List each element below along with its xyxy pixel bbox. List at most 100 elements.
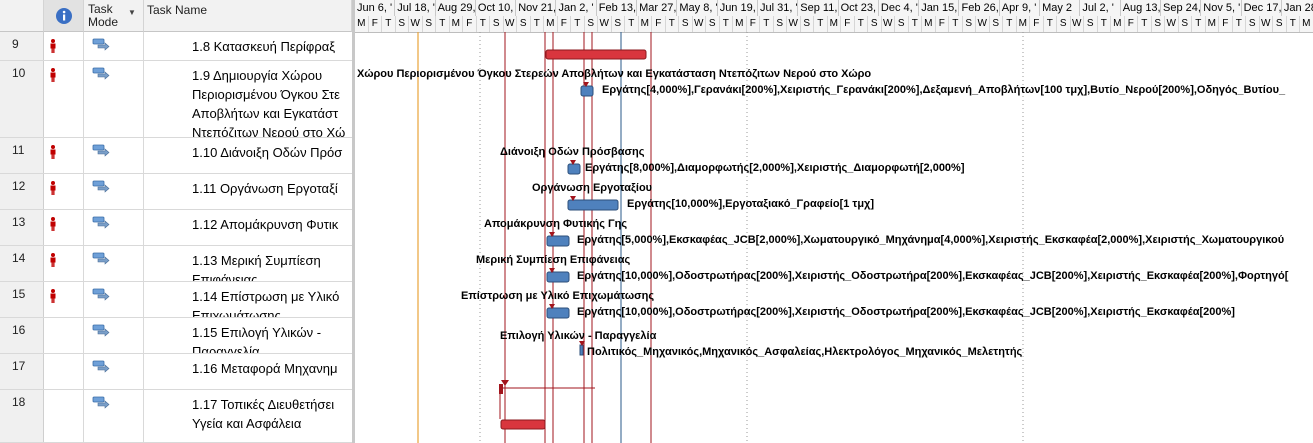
timescale-day: T [909, 16, 922, 32]
task-row[interactable]: 13 1.12 Απομάκρυνση Φυτικ [0, 210, 352, 246]
timescale-day: S [963, 16, 976, 32]
task-bar-critical[interactable] [545, 49, 647, 60]
task-row[interactable]: 9 1.8 Κατασκευή Περίφραξ [0, 32, 352, 61]
task-name-cell[interactable]: 1.10 Διάνοιξη Οδών Πρόσ [144, 138, 352, 173]
task-name-cell[interactable]: 1.17 Τοπικές Διευθετήσει Υγεία και Ασφάλ… [144, 390, 352, 442]
gantt-bar-task-label: Επιλογή Υλικών - Παραγγελία [500, 330, 657, 342]
gantt-bar-resource-label: Εργάτης[10,000%],Οδοστρωτήρας[200%],Χειρ… [577, 306, 1235, 318]
timescale-day: F [936, 16, 949, 32]
row-number[interactable]: 15 [0, 282, 44, 317]
timescale-day: M [733, 16, 747, 32]
task-name-cell[interactable]: 1.11 Οργάνωση Εργοταξί [144, 174, 352, 209]
timescale-period: Nov 5, ' [1203, 0, 1242, 16]
select-all-corner[interactable] [0, 0, 44, 32]
task-row[interactable]: 15 1.14 Επίστρωση με Υλικό Επιχωμάτωσης [0, 282, 352, 318]
task-mode-dropdown-icon[interactable]: ▼ [128, 8, 136, 17]
timescale-day: T [531, 16, 544, 32]
task-row[interactable]: 17 1.16 Μεταφορά Μηχανημ [0, 354, 352, 390]
resource-person-icon [50, 68, 56, 82]
task-bar[interactable] [567, 163, 581, 175]
row-number[interactable]: 9 [0, 32, 44, 60]
timescale-period: Nov 21, ' [518, 0, 557, 16]
timescale-period: May 8, ' [679, 0, 718, 16]
task-name-cell[interactable]: 1.16 Μεταφορά Μηχανημ [144, 354, 352, 389]
task-name-cell[interactable]: 1.12 Απομάκρυνση Φυτικ [144, 210, 352, 245]
task-name-cell[interactable]: 1.15 Επιλογή Υλικών - Παραγγελία [144, 318, 352, 353]
gantt-bar-task-label: Απομάκρυνση Φυτικής Γης [484, 218, 628, 230]
timescale-period: Jan 15, ' [921, 0, 960, 16]
row-number[interactable]: 10 [0, 61, 44, 137]
timescale-period: Dec 17, ' [1243, 0, 1282, 16]
indicator-cell [44, 354, 84, 389]
timescale-period: Feb 26, ' [961, 0, 1000, 16]
timescale-day: F [747, 16, 760, 32]
row-number[interactable]: 14 [0, 246, 44, 281]
auto-scheduled-mode-icon [92, 144, 110, 157]
task-bar[interactable] [546, 271, 570, 283]
timescale-day: F [1219, 16, 1233, 32]
task-bar-critical[interactable] [499, 384, 503, 394]
timescale-period: Sep 11, ' [800, 0, 839, 16]
task-name-cell[interactable]: 1.8 Κατασκευή Περίφραξ [144, 32, 352, 60]
timescale-day: T [1287, 16, 1300, 32]
task-row[interactable]: 12 1.11 Οργάνωση Εργοταξί [0, 174, 352, 210]
task-bar[interactable] [546, 307, 570, 319]
timescale-day: T [382, 16, 396, 32]
timescale-day: M [922, 16, 936, 32]
timescale-period: Jun 19, ' [719, 0, 758, 16]
timescale-day: S [868, 16, 882, 32]
task-bar[interactable] [567, 199, 619, 211]
task-bar-critical[interactable] [500, 419, 546, 430]
timescale-day: W [1071, 16, 1084, 32]
task-name-cell[interactable]: 1.9 Δημιουργία Χώρου Περιορισμένου Όγκου… [144, 61, 352, 137]
resource-person-icon [50, 217, 56, 231]
auto-scheduled-mode-icon [92, 324, 110, 337]
timescale-period: Aug 29, ' [437, 0, 476, 16]
timescale-day: S [1179, 16, 1192, 32]
auto-scheduled-mode-icon [92, 288, 110, 301]
timescale-day: S [679, 16, 693, 32]
gantt-bar-task-label: Διάνοιξη Οδών Πρόσβασης [500, 146, 645, 158]
timescale-day: W [976, 16, 990, 32]
timescale-day: F [463, 16, 477, 32]
task-row[interactable]: 14 1.13 Μερική Συμπίεση Επιφάνειας [0, 246, 352, 282]
timescale-day: S [396, 16, 409, 32]
timescale-day: S [1152, 16, 1165, 32]
task-row[interactable]: 10 1.9 Δημιουργία Χώρου Περιορισμένου Όγκ… [0, 61, 352, 138]
timescale-day: W [1165, 16, 1179, 32]
timescale-day: W [504, 16, 517, 32]
indicators-column-header[interactable] [44, 0, 84, 32]
row-number[interactable]: 18 [0, 390, 44, 442]
row-number[interactable]: 17 [0, 354, 44, 389]
timescale-day: T [1138, 16, 1152, 32]
timescale-day: S [490, 16, 504, 32]
task-mode-column-header[interactable]: Task Mode ▼ [84, 0, 144, 32]
row-number[interactable]: 16 [0, 318, 44, 353]
task-bar[interactable] [580, 85, 594, 97]
gantt-bar-task-label: Επίστρωση με Υλικό Επιχωμάτωσης [461, 290, 655, 302]
row-number[interactable]: 12 [0, 174, 44, 209]
auto-scheduled-mode-icon [92, 360, 110, 373]
row-number[interactable]: 11 [0, 138, 44, 173]
task-row[interactable]: 18 1.17 Τοπικές Διευθετήσει Υγεία και Ασφ… [0, 390, 352, 443]
task-name-cell[interactable]: 1.14 Επίστρωση με Υλικό Επιχωμάτωσης [144, 282, 352, 317]
timescale-day: M [450, 16, 463, 32]
gantt-chart[interactable]: Jun 6, 'Jul 18, 'Aug 29, 'Oct 10, 'Nov 2… [355, 0, 1313, 443]
timescale-day: F [1125, 16, 1138, 32]
task-name-cell[interactable]: 1.13 Μερική Συμπίεση Επιφάνειας [144, 246, 352, 281]
timescale-day: F [558, 16, 571, 32]
timescale-period: Mar 27, ' [639, 0, 678, 16]
resource-person-icon [50, 181, 56, 195]
task-bar[interactable] [546, 235, 570, 247]
timescale-period: Sep 24, ' [1163, 0, 1202, 16]
task-row[interactable]: 16 1.15 Επιλογή Υλικών - Παραγγελία [0, 318, 352, 354]
timescale-day: M [1300, 16, 1313, 32]
timescale-day: F [652, 16, 666, 32]
task-row[interactable]: 11 1.10 Διάνοιξη Οδών Πρόσ [0, 138, 352, 174]
task-name-column-header[interactable]: Task Name [144, 0, 352, 32]
timescale-day: M [355, 16, 369, 32]
row-number[interactable]: 13 [0, 210, 44, 245]
resource-person-icon [50, 289, 56, 303]
timescale-period: Jan 2, ' [557, 0, 597, 16]
task-bar[interactable] [579, 344, 584, 356]
